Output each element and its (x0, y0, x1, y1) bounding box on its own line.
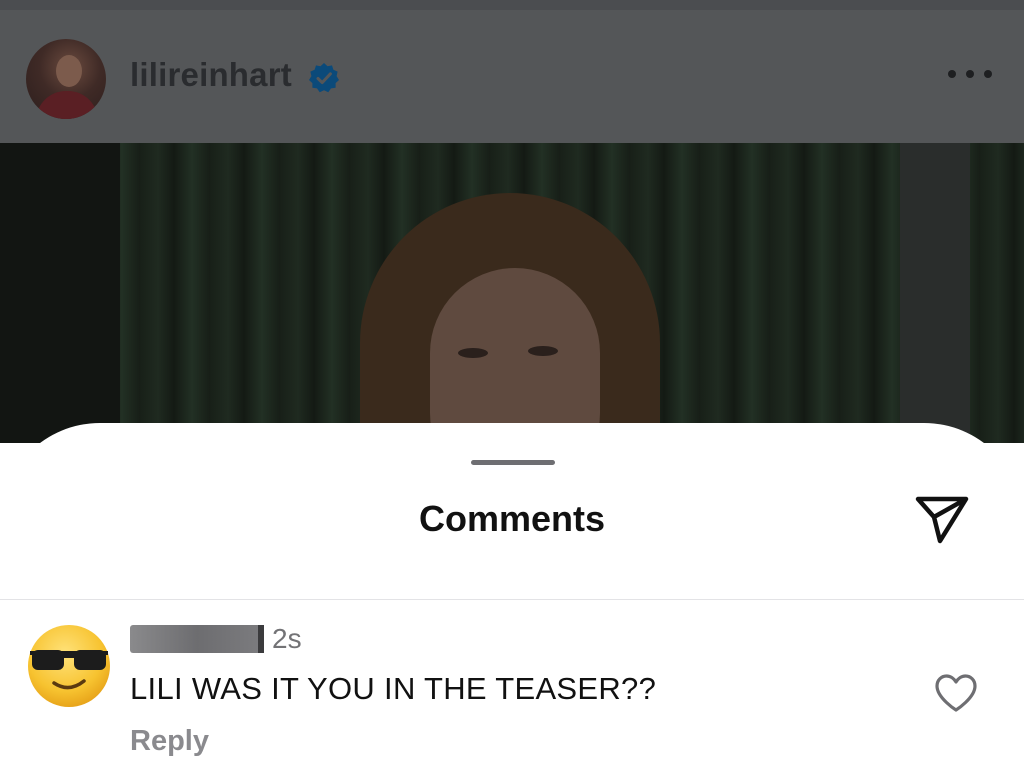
post-header: lilireinhart (0, 0, 1024, 143)
post-username[interactable]: lilireinhart (130, 56, 292, 94)
more-options-icon[interactable] (948, 64, 992, 84)
more-dot (966, 70, 974, 78)
instagram-screen: lilireinhart Comments 2s LILI WAS IT YOU… (0, 0, 1024, 782)
photo-pillar (900, 143, 970, 443)
sunglasses-emoji-icon[interactable] (26, 623, 112, 709)
avatar-dress (36, 91, 98, 119)
sheet-title: Comments (418, 498, 606, 539)
avatar-face (56, 55, 82, 87)
sheet-divider (0, 599, 1024, 600)
photo-face (430, 268, 600, 443)
verified-badge-icon (309, 63, 339, 93)
comment-text: LILI WAS IT YOU IN THE TEASER?? (130, 671, 657, 706)
photo-eye (528, 346, 558, 356)
post-author-avatar[interactable] (26, 39, 106, 119)
redacted-username[interactable] (130, 625, 264, 653)
more-dot (984, 70, 992, 78)
header-top-edge (0, 0, 1024, 10)
paper-plane-icon[interactable] (912, 493, 972, 547)
heart-outline-icon[interactable] (934, 673, 978, 713)
sheet-grabber[interactable] (471, 460, 555, 465)
reply-button[interactable]: Reply (130, 725, 209, 758)
comments-sheet: Comments 2s LILI WAS IT YOU IN THE TEASE… (0, 423, 1024, 782)
photo-shadow (0, 143, 120, 443)
more-dot (948, 70, 956, 78)
photo-eye (458, 348, 488, 358)
redaction-edge (258, 625, 264, 653)
comment-timestamp: 2s (272, 623, 302, 654)
post-photo[interactable] (0, 143, 1024, 443)
